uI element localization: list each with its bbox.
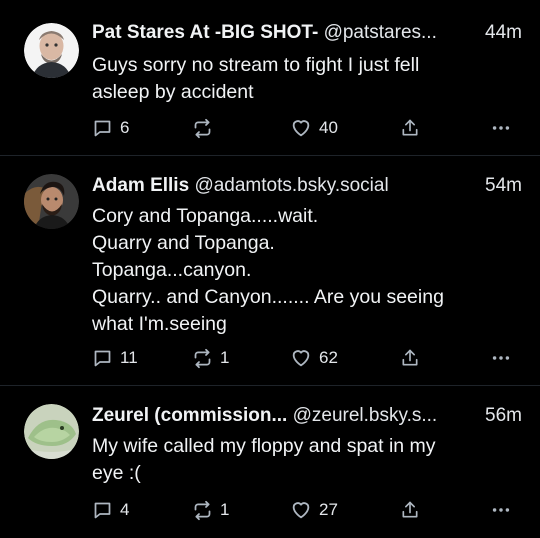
post-text: Guys sorry no stream to fight I just fel… (92, 52, 500, 106)
like-count: 62 (319, 348, 338, 367)
author-handle[interactable]: @adamtots.bsky.social (194, 175, 388, 196)
post-text-line: Guys sorry no stream to fight I just fel… (92, 54, 420, 76)
repost-button[interactable]: 1 (192, 498, 229, 522)
avatar[interactable] (24, 174, 79, 229)
post[interactable]: Adam Ellis @adamtots.bsky.social 54m Cor… (0, 156, 540, 386)
share-icon (402, 501, 418, 518)
post-actions: 4 1 27 (92, 498, 516, 522)
more-icon (492, 508, 510, 512)
author-name[interactable]: Adam Ellis (92, 175, 189, 196)
like-button[interactable]: 62 (290, 346, 338, 370)
share-icon (402, 349, 418, 366)
post[interactable]: Pat Stares At -BIG SHOT- @patstares... 4… (0, 0, 540, 156)
avatar[interactable] (24, 404, 79, 459)
heart-icon (292, 120, 310, 137)
repost-count: 1 (220, 500, 230, 519)
share-button[interactable] (400, 498, 420, 522)
like-button[interactable]: 40 (290, 116, 338, 140)
share-icon (402, 119, 418, 136)
post-text: Cory and Topanga.....wait. Quarry and To… (92, 203, 500, 338)
heart-icon (292, 350, 310, 367)
more-options-button[interactable] (490, 116, 512, 140)
heart-icon (292, 502, 310, 519)
like-count: 40 (319, 118, 338, 137)
post-text-line: Quarry and Topanga. (92, 232, 275, 254)
reply-icon (94, 120, 111, 136)
share-button[interactable] (400, 116, 420, 140)
reply-count: 11 (120, 348, 138, 367)
author-handle[interactable]: @zeurel.bsky.s... (293, 405, 438, 426)
reply-button[interactable]: 11 (92, 346, 138, 370)
reply-icon (94, 502, 111, 518)
post-text-line: Quarry.. and Canyon....... Are you seein… (92, 286, 444, 308)
author-name[interactable]: Pat Stares At -BIG SHOT- (92, 22, 318, 43)
more-options-button[interactable] (490, 346, 512, 370)
more-icon (492, 126, 510, 130)
repost-button[interactable] (192, 116, 220, 140)
post-text: My wife called my floppy and spat in my … (92, 433, 500, 487)
post-text-line: Topanga...canyon. (92, 259, 252, 281)
post-text-line: what I'm.seeing (92, 313, 227, 335)
post-header: Zeurel (commission... @zeurel.bsky.s... … (92, 405, 522, 431)
repost-button[interactable]: 1 (192, 346, 229, 370)
feed: Pat Stares At -BIG SHOT- @patstares... 4… (0, 0, 540, 538)
post-text-line: Cory and Topanga.....wait. (92, 205, 319, 227)
post-text-line: My wife called my floppy and spat in my (92, 435, 436, 457)
author-name[interactable]: Zeurel (commission... (92, 405, 287, 426)
reply-icon (94, 350, 111, 366)
post-header: Pat Stares At -BIG SHOT- @patstares... 4… (92, 22, 522, 48)
post-time[interactable]: 44m (479, 22, 522, 44)
repost-icon (194, 500, 211, 520)
share-button[interactable] (400, 346, 420, 370)
more-icon (492, 356, 510, 360)
post-actions: 6 40 (92, 116, 516, 140)
reply-count: 6 (120, 118, 130, 137)
post-text-line: asleep by accident (92, 81, 254, 103)
repost-icon (194, 118, 211, 138)
repost-icon (194, 348, 211, 368)
avatar[interactable] (24, 23, 79, 78)
like-button[interactable]: 27 (290, 498, 338, 522)
reply-button[interactable]: 4 (92, 498, 129, 522)
like-count: 27 (319, 500, 338, 519)
more-options-button[interactable] (490, 498, 512, 522)
post[interactable]: Zeurel (commission... @zeurel.bsky.s... … (0, 386, 540, 538)
repost-count: 1 (220, 348, 230, 367)
post-text-line: eye :( (92, 462, 141, 484)
post-header: Adam Ellis @adamtots.bsky.social 54m (92, 175, 522, 201)
reply-count: 4 (120, 500, 130, 519)
post-time[interactable]: 56m (479, 405, 522, 427)
post-time[interactable]: 54m (479, 175, 522, 197)
post-actions: 11 1 62 (92, 346, 516, 370)
reply-button[interactable]: 6 (92, 116, 129, 140)
author-handle[interactable]: @patstares... (324, 22, 437, 43)
